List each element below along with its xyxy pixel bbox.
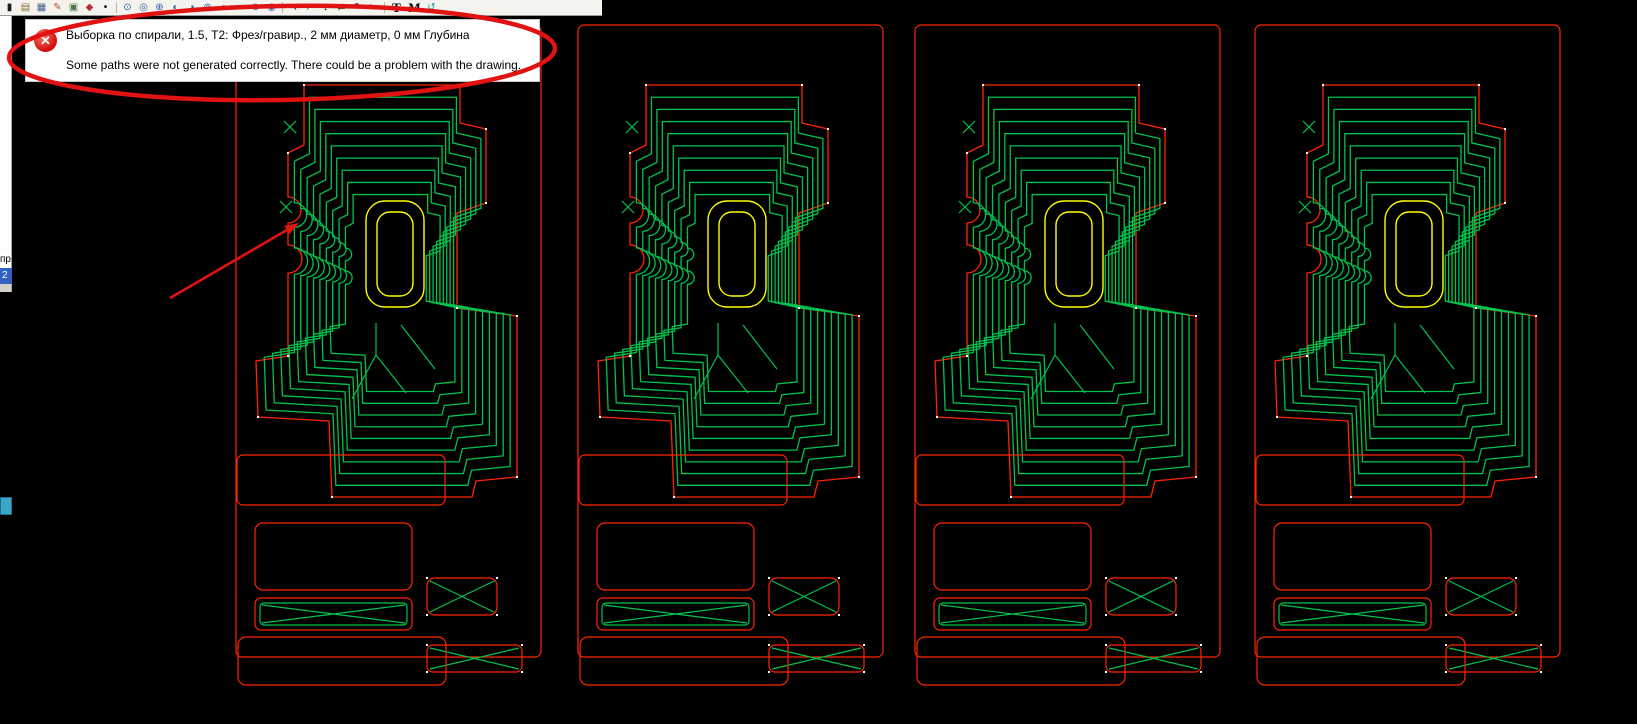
node-stretch-icon[interactable]: ↕	[318, 1, 333, 14]
main-toolbar: ▮ ▤ ▦ ✎ ▣ ◆ • ⊙ ◎ ⊕ ◐ ◑ ⊚ ○ ● ⊘ ◉ ↖ ↗ ↕ ⇄ ↷ ✂ T M ↺	[0, 0, 602, 16]
snap-node-icon[interactable]: ◎	[136, 1, 151, 14]
left-panel-list	[0, 16, 12, 252]
save-file-icon[interactable]: ▦	[34, 1, 49, 14]
part-toolpath-4[interactable]	[1254, 24, 1561, 686]
layers-icon[interactable]: ▣	[66, 1, 81, 14]
snap-endpoint-icon[interactable]: ●	[232, 1, 247, 14]
snap-intersection-icon[interactable]: ⊕	[152, 1, 167, 14]
snap-midpoint-icon[interactable]: ⊚	[200, 1, 215, 14]
error-dialog[interactable]: ✕ Выборка по спирали, 1.5, Т2: Фрез/грав…	[25, 19, 540, 82]
text-tool-icon[interactable]: T	[388, 1, 405, 14]
snap-quadrant-icon[interactable]: ◐	[168, 1, 183, 14]
node-swap-icon[interactable]: ⇄	[334, 1, 349, 14]
error-message-operation: Выборка по спирали, 1.5, Т2: Фрез/гравир…	[66, 28, 470, 42]
cad-canvas[interactable]	[0, 0, 1637, 724]
trim-tool-icon[interactable]: ✂	[366, 1, 381, 14]
point-tool-icon[interactable]: •	[98, 1, 113, 14]
snap-nearest-icon[interactable]: ○	[216, 1, 231, 14]
select-tool-icon[interactable]: ▮	[2, 1, 17, 14]
curve-edit-icon[interactable]: ↷	[350, 1, 365, 14]
snap-center-icon[interactable]: ⊙	[120, 1, 135, 14]
snap-tangent-icon[interactable]: ◑	[184, 1, 199, 14]
toolbar-separator	[384, 2, 385, 13]
open-file-icon[interactable]: ▤	[18, 1, 33, 14]
part-toolpath-3[interactable]	[914, 24, 1221, 686]
layer-icon[interactable]	[0, 497, 12, 515]
left-panel-gap	[0, 292, 12, 497]
snap-perpendicular-icon[interactable]: ⊘	[248, 1, 263, 14]
left-panel-strip: про 2	[0, 16, 12, 515]
polygon-tool-icon[interactable]: ◆	[82, 1, 97, 14]
part-toolpath-1[interactable]	[235, 24, 542, 686]
left-panel-divider	[0, 284, 12, 292]
node-move-icon[interactable]: ↗	[302, 1, 317, 14]
undo-icon[interactable]: ↺	[424, 1, 439, 14]
left-panel-selected-item[interactable]: 2	[0, 268, 12, 284]
node-select-icon[interactable]: ↖	[286, 1, 301, 14]
error-message-warning: Some paths were not generated correctly.…	[66, 58, 522, 72]
measure-tool-icon[interactable]: M	[406, 1, 423, 14]
part-toolpath-2[interactable]	[577, 24, 884, 686]
pencil-tool-icon[interactable]: ✎	[50, 1, 65, 14]
left-panel-clipped-label: про	[0, 252, 12, 268]
toolbar-separator	[282, 2, 283, 13]
snap-grid-icon[interactable]: ◉	[264, 1, 279, 14]
app-window: ▮▤▦✎▣◆• ⊙◎⊕◐◑⊚○●⊘◉ ↖↗↕⇄↷✂ TM↺ про 2 ✕ Выбор…	[0, 0, 1637, 724]
toolbar-separator	[116, 2, 117, 13]
error-x-icon: ✕	[34, 29, 57, 52]
